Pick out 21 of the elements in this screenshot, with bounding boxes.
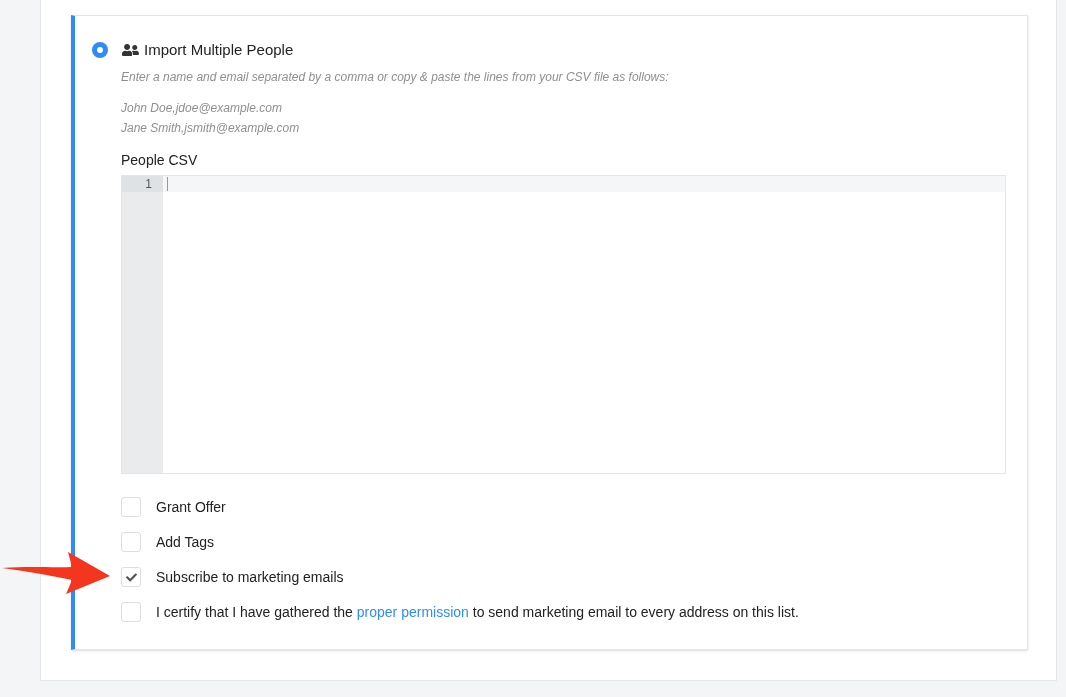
code-editor[interactable]: 1 [121, 175, 1006, 474]
checkbox-label: I certify that I have gathered the proper permission to send marketing email to every address on this list. [156, 602, 799, 622]
text-cursor [167, 177, 168, 191]
option-title: Import Multiple People [144, 39, 294, 60]
checkbox[interactable] [121, 602, 141, 622]
checkbox[interactable] [121, 567, 141, 587]
people-icon [122, 43, 139, 57]
checkbox-label: Add Tags [156, 532, 215, 552]
checkbox[interactable] [121, 497, 141, 517]
example-line: John Doe,jdoe@example.com [121, 100, 283, 117]
hint-text: Enter a name and email separated by a comma or copy & paste the lines from your CSV file as follows: [121, 69, 670, 86]
field-label: People CSV [121, 151, 199, 170]
checkbox-label: Grant Offer [156, 497, 226, 517]
arrow-icon [2, 550, 110, 594]
example-line: Jane Smith,jsmith@example.com [121, 120, 301, 137]
radio-button[interactable] [92, 42, 108, 58]
permission-link[interactable]: proper permission [356, 603, 469, 620]
check-icon [125, 571, 137, 583]
checkbox-label: Subscribe to marketing emails [156, 567, 344, 587]
checkbox[interactable] [121, 532, 141, 552]
line-number: 1 [122, 176, 163, 192]
